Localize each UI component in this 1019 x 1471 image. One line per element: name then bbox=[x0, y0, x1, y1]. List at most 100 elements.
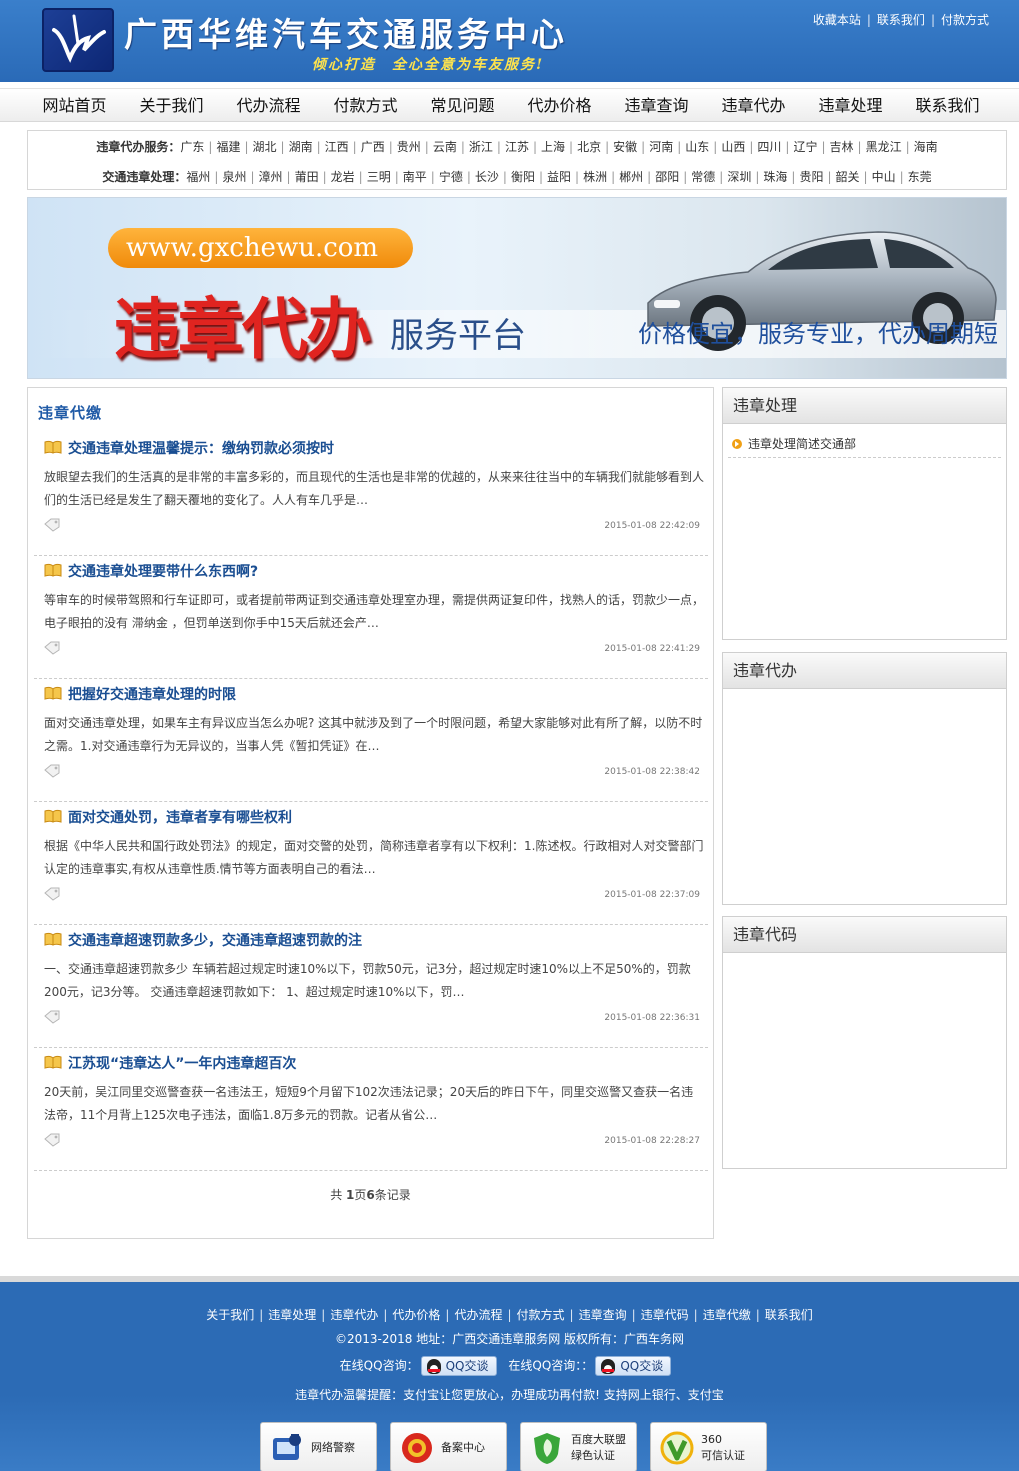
area-link[interactable]: 上海 bbox=[541, 140, 565, 154]
area-link[interactable]: 三明 bbox=[367, 170, 391, 184]
area-link[interactable]: 珠海 bbox=[763, 170, 787, 184]
area-link[interactable]: 深圳 bbox=[727, 170, 751, 184]
area-link[interactable]: 郴州 bbox=[619, 170, 643, 184]
pager-suffix: 条记录 bbox=[374, 1188, 411, 1202]
pager-count: 6 bbox=[366, 1188, 375, 1202]
footer-link[interactable]: 代办价格 bbox=[392, 1308, 440, 1322]
area-link[interactable]: 河南 bbox=[649, 140, 673, 154]
area-link[interactable]: 山西 bbox=[721, 140, 745, 154]
footer-link[interactable]: 违章代码 bbox=[641, 1308, 689, 1322]
qq-chat-button[interactable]: QQ交谈 bbox=[420, 1356, 497, 1376]
qq-label: 在线QQ咨询： bbox=[339, 1358, 419, 1373]
area-link[interactable]: 海南 bbox=[914, 140, 938, 154]
article-title-link[interactable]: 把握好交通违章处理的时限 bbox=[68, 684, 236, 704]
area-link[interactable]: 江苏 bbox=[505, 140, 529, 154]
footer-link[interactable]: 联系我们 bbox=[765, 1308, 813, 1322]
area-link[interactable]: 山东 bbox=[685, 140, 709, 154]
top-link-contact[interactable]: 联系我们 bbox=[877, 13, 925, 27]
footer-link[interactable]: 代办流程 bbox=[454, 1308, 502, 1322]
area-link[interactable]: 云南 bbox=[433, 140, 457, 154]
site-logo[interactable] bbox=[42, 8, 114, 72]
badge-baidu-union[interactable]: 百度大联盟 绿色认证 bbox=[520, 1422, 637, 1471]
area-link[interactable]: 株洲 bbox=[583, 170, 607, 184]
hero-banner: www.gxchewu.com 违章代办 服务平台 价格便宜，服务专业，代办周期… bbox=[27, 197, 1007, 379]
area-link[interactable]: 邵阳 bbox=[655, 170, 679, 184]
area-link[interactable]: 江西 bbox=[325, 140, 349, 154]
area-link[interactable]: 浙江 bbox=[469, 140, 493, 154]
site-title: 广西华维汽车交通服务中心 bbox=[124, 15, 568, 54]
area-link[interactable]: 广西 bbox=[361, 140, 385, 154]
area-link[interactable]: 黑龙江 bbox=[866, 140, 902, 154]
area-link[interactable]: 中山 bbox=[872, 170, 896, 184]
footer-link[interactable]: 违章代办 bbox=[330, 1308, 378, 1322]
nav-item[interactable]: 常见问题 bbox=[414, 89, 511, 123]
article-title-link[interactable]: 江苏现“违章达人”一年内违章超百次 bbox=[68, 1053, 296, 1073]
area-link[interactable]: 四川 bbox=[757, 140, 781, 154]
area-link[interactable]: 龙岩 bbox=[331, 170, 355, 184]
area-link[interactable]: 辽宁 bbox=[793, 140, 817, 154]
article-title-link[interactable]: 交通违章处理温馨提示：缴纳罚款必须按时 bbox=[68, 438, 334, 458]
area-link[interactable]: 南平 bbox=[403, 170, 427, 184]
sidebar-item[interactable]: 违章处理简述交通部 bbox=[728, 430, 1001, 458]
nav-item[interactable]: 关于我们 bbox=[123, 89, 220, 123]
footer-link[interactable]: 违章查询 bbox=[579, 1308, 627, 1322]
area-link[interactable]: 莆田 bbox=[295, 170, 319, 184]
area-link[interactable]: 广东 bbox=[180, 140, 204, 154]
article-title-link[interactable]: 面对交通处罚，违章者享有哪些权利 bbox=[68, 807, 292, 827]
badge-record-center[interactable]: 备案中心 bbox=[390, 1422, 507, 1471]
banner-headline: 违章代办 bbox=[114, 291, 372, 368]
area-link[interactable]: 益阳 bbox=[547, 170, 571, 184]
qq-label: 在线QQ咨询：： bbox=[508, 1358, 594, 1373]
nav-item[interactable]: 联系我们 bbox=[899, 89, 996, 123]
nav-item[interactable]: 违章代办 bbox=[705, 89, 802, 123]
pagination: 共 1页6条记录 bbox=[28, 1186, 713, 1203]
nav-item[interactable]: 代办价格 bbox=[511, 89, 608, 123]
footer-link[interactable]: 违章处理 bbox=[268, 1308, 316, 1322]
area-link[interactable]: 湖南 bbox=[289, 140, 313, 154]
article-title-link[interactable]: 交通违章超速罚款多少，交通违章超速罚款的注 bbox=[68, 930, 362, 950]
area-link[interactable]: 湖北 bbox=[253, 140, 277, 154]
nav-item[interactable]: 网站首页 bbox=[26, 89, 123, 123]
footer-link[interactable]: 关于我们 bbox=[206, 1308, 254, 1322]
area-link[interactable]: 东莞 bbox=[908, 170, 932, 184]
area-link[interactable]: 长沙 bbox=[475, 170, 499, 184]
area-link[interactable]: 北京 bbox=[577, 140, 601, 154]
verified-v-icon bbox=[660, 1431, 694, 1465]
area-link[interactable]: 福建 bbox=[216, 140, 240, 154]
main-nav: 网站首页 关于我们 代办流程 付款方式 常见问题 代办价格 违章查询 违章代办 违章处理 联系我们 bbox=[0, 88, 1019, 122]
footer-tip: 违章代办温馨提醒：支付宝让您更放心，办理成功再付款! 支持网上银行、支付宝 bbox=[295, 1388, 724, 1402]
footer-link[interactable]: 违章代缴 bbox=[703, 1308, 751, 1322]
area-link[interactable]: 宁德 bbox=[439, 170, 463, 184]
area-link[interactable]: 贵州 bbox=[397, 140, 421, 154]
service-areas: 违章代办服务：广东 | 福建 | 湖北 | 湖南 | 江西 | 广西 | 贵州 | 云南 | 浙江 | 江苏 | 上海 |… bbox=[27, 130, 1007, 190]
tag-icon bbox=[44, 641, 60, 655]
sidebar-item-label: 违章处理简述交通部 bbox=[748, 437, 857, 451]
area-link[interactable]: 吉林 bbox=[830, 140, 854, 154]
area-link[interactable]: 常德 bbox=[691, 170, 715, 184]
nav-item[interactable]: 代办流程 bbox=[220, 89, 317, 123]
area-link[interactable]: 漳州 bbox=[259, 170, 283, 184]
area-link[interactable]: 泉州 bbox=[222, 170, 246, 184]
qq-chat-button[interactable]: QQ交谈 bbox=[595, 1356, 672, 1376]
area-link[interactable]: 福州 bbox=[186, 170, 210, 184]
area-link[interactable]: 韶关 bbox=[836, 170, 860, 184]
separator: | bbox=[430, 170, 435, 184]
pager-prefix: 共 bbox=[330, 1188, 347, 1202]
article-title-link[interactable]: 交通违章处理要带什么东西啊? bbox=[68, 561, 258, 581]
badge-line2: 可信认证 bbox=[701, 1449, 745, 1462]
area-link[interactable]: 衡阳 bbox=[511, 170, 535, 184]
nav-item[interactable]: 违章处理 bbox=[802, 89, 899, 123]
badge-360-trusted[interactable]: 360 可信认证 bbox=[650, 1422, 767, 1471]
badge-cyber-police[interactable]: 网络警察 bbox=[260, 1422, 377, 1471]
area-link[interactable]: 贵阳 bbox=[799, 170, 823, 184]
separator: | bbox=[532, 140, 537, 154]
process-area-row: 交通违章处理：福州 | 泉州 | 漳州 | 莆田 | 龙岩 | 三明 | 南平 | 宁德 | 长沙 | 衡阳 | 益阳 |… bbox=[28, 168, 1006, 185]
nav-item[interactable]: 违章查询 bbox=[608, 89, 705, 123]
top-link-payment[interactable]: 付款方式 bbox=[941, 13, 989, 27]
banner-subline: 服务平台 bbox=[390, 316, 526, 356]
top-link-bookmark[interactable]: 收藏本站 bbox=[813, 13, 861, 27]
area-link[interactable]: 安徽 bbox=[613, 140, 637, 154]
footer-link[interactable]: 付款方式 bbox=[517, 1308, 565, 1322]
panel-title: 违章代缴 bbox=[38, 404, 103, 422]
nav-item[interactable]: 付款方式 bbox=[317, 89, 414, 123]
